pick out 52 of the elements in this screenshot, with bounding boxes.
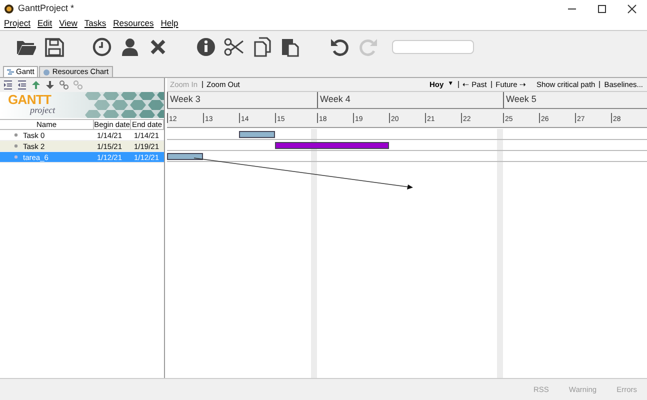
- clock-icon: [92, 37, 112, 57]
- maximize-icon: [597, 4, 607, 14]
- scissors-button[interactable]: [224, 37, 244, 57]
- outdent-button[interactable]: [17, 80, 27, 90]
- person-icon: [120, 37, 140, 57]
- person-button[interactable]: [120, 37, 140, 57]
- window-title: GanttProject *: [18, 2, 74, 15]
- task-bar[interactable]: [239, 131, 275, 138]
- menu-item[interactable]: Edit: [37, 17, 52, 30]
- undo-icon: [330, 37, 350, 57]
- indent-icon: [3, 80, 13, 90]
- menu-item[interactable]: Resources: [113, 17, 154, 30]
- clock-button[interactable]: [92, 37, 112, 57]
- unlink-icon: [73, 80, 83, 90]
- close-icon: [627, 4, 637, 14]
- up-arrow-button[interactable]: [31, 80, 41, 90]
- menu-item[interactable]: Tasks: [84, 17, 106, 30]
- info-icon: [196, 37, 216, 57]
- task-bullet-icon: [14, 144, 18, 148]
- up-arrow-icon: [31, 80, 41, 90]
- copy-icon: [252, 37, 272, 57]
- app-icon: [4, 4, 14, 14]
- task-bullet-icon: [14, 133, 18, 137]
- task-bullet-icon: [14, 155, 18, 159]
- info-button[interactable]: [196, 37, 216, 57]
- copy-button[interactable]: [252, 37, 272, 57]
- week-label: Week 5: [503, 92, 647, 108]
- undo-button[interactable]: [330, 37, 350, 57]
- delete-button[interactable]: [148, 37, 168, 57]
- resources-icon: [43, 68, 50, 76]
- search-field[interactable]: [392, 40, 474, 54]
- logo-text: GANTT: [8, 93, 52, 107]
- paste-button[interactable]: [280, 37, 300, 57]
- paste-icon: [280, 37, 300, 57]
- link-button[interactable]: [59, 80, 69, 90]
- down-arrow-button[interactable]: [45, 80, 55, 90]
- menu-item[interactable]: View: [59, 17, 78, 30]
- indent-button[interactable]: [3, 80, 13, 90]
- scissors-icon: [224, 37, 244, 57]
- task-bar[interactable]: [167, 153, 203, 160]
- gantt-icon: [7, 68, 14, 76]
- week-label: Week 3: [167, 92, 317, 108]
- logo-subtitle: project: [30, 105, 56, 115]
- week-label: Week 4: [317, 92, 503, 108]
- link-icon: [59, 80, 69, 90]
- down-arrow-icon: [45, 80, 55, 90]
- redo-icon: [358, 37, 378, 57]
- delete-icon: [148, 37, 168, 57]
- menu-item[interactable]: Project: [4, 17, 30, 30]
- menu-item[interactable]: Help: [160, 17, 178, 30]
- outdent-icon: [17, 80, 27, 90]
- floppy-disk-button[interactable]: [44, 37, 64, 57]
